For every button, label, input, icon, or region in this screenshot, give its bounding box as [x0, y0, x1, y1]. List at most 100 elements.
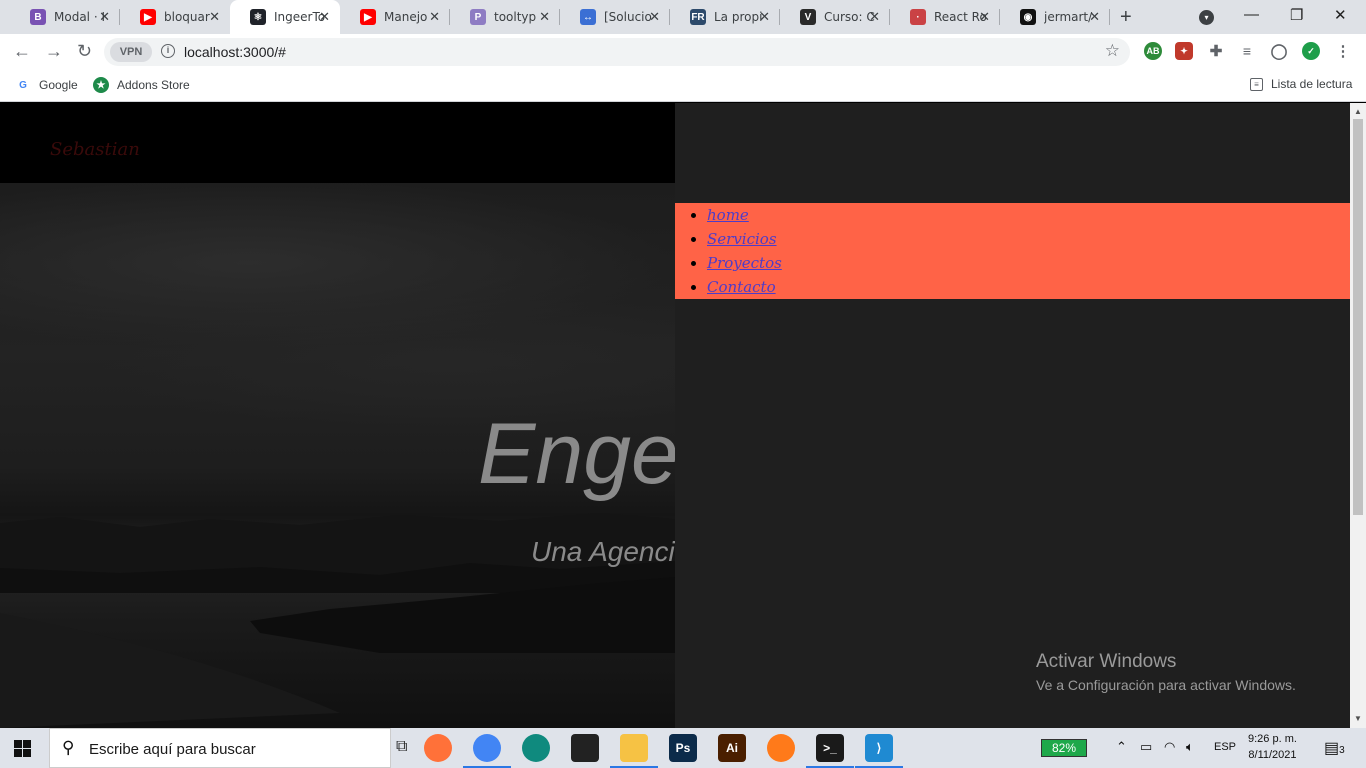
pinterest-like-icon: P: [470, 9, 486, 25]
hero-subtitle: Una Agenci: [531, 536, 675, 567]
volume-icon[interactable]: 🔈︎: [1186, 739, 1194, 755]
close-window-button[interactable]: ✕: [1334, 6, 1347, 24]
browser-tab[interactable]: · React Ro ✕: [890, 0, 1000, 34]
bookmark-google[interactable]: G Google: [15, 77, 78, 93]
activation-subtitle: Ve a Configuración para activar Windows.: [1036, 677, 1296, 693]
file-explorer-icon[interactable]: [610, 734, 658, 768]
clock-time: 9:26 p. m.: [1248, 733, 1297, 745]
page-viewport: Sebastian Enge Una Agenci home Servicios…: [0, 103, 1366, 728]
edge-icon[interactable]: [522, 734, 550, 762]
react-icon: ⚛: [250, 9, 266, 25]
addons-store-icon: ★: [93, 77, 109, 93]
tab-close-icon[interactable]: ✕: [99, 9, 110, 25]
taskbar-clock[interactable]: 9:26 p. m. 8/11/2021: [1248, 731, 1297, 763]
scroll-up-arrow-icon[interactable]: ▲: [1354, 107, 1362, 116]
media-control-icon[interactable]: ≡: [1238, 42, 1256, 60]
tab-close-icon[interactable]: ✕: [759, 9, 770, 25]
task-view-icon[interactable]: ⧉: [396, 738, 407, 756]
notification-center-icon[interactable]: ▤3: [1324, 738, 1345, 758]
tab-close-icon[interactable]: ✕: [979, 9, 990, 25]
scroll-down-arrow-icon[interactable]: ▼: [1354, 714, 1362, 723]
reading-list-button[interactable]: ≡ Lista de lectura: [1250, 77, 1352, 91]
browser-tab[interactable]: ◉ jermart/✕: [1000, 0, 1110, 34]
minimize-button[interactable]: —: [1244, 6, 1259, 23]
browser-tab[interactable]: ↔ [Solucio ✕: [560, 0, 670, 34]
google-icon: G: [19, 79, 27, 91]
nav-link-proyectos[interactable]: Proyectos: [707, 254, 782, 272]
bookmark-label: Addons Store: [117, 78, 190, 92]
wifi-icon[interactable]: ◠: [1164, 739, 1175, 755]
browser-tab[interactable]: ▶ bloquar ✕: [120, 0, 230, 34]
vscode-icon[interactable]: ⟩: [855, 734, 903, 768]
new-tab-button[interactable]: +: [1120, 6, 1132, 29]
browser-tab[interactable]: FR La propi ✕: [670, 0, 780, 34]
browser-tab[interactable]: ▶ Manejo ✕: [340, 0, 450, 34]
nav-menu: home Servicios Proyectos Contacto: [675, 203, 1350, 299]
hero-title: Enge: [478, 406, 679, 502]
firefox-icon[interactable]: [424, 734, 452, 762]
reload-button[interactable]: ↻: [77, 41, 92, 62]
tab-close-icon[interactable]: ✕: [869, 9, 880, 25]
search-icon: ⚲: [62, 738, 75, 757]
reading-list-icon: ≡: [1250, 77, 1263, 91]
site-icon: ↔: [580, 9, 596, 25]
tab-close-icon[interactable]: ✕: [209, 9, 220, 25]
page-scrollbar[interactable]: ▲ ▼: [1350, 103, 1366, 728]
nav-item-contacto: Contacto: [707, 275, 1350, 299]
windows-activation-watermark: Activar Windows Ve a Configuración para …: [1036, 651, 1296, 693]
language-indicator[interactable]: ESP: [1214, 741, 1236, 753]
extension-icon[interactable]: ✦: [1175, 42, 1193, 60]
browser-tab[interactable]: V Curso: C ✕: [780, 0, 890, 34]
taskbar-search-box[interactable]: ⚲ Escribe aquí para buscar: [49, 728, 391, 768]
shield-icon[interactable]: ✓: [1302, 42, 1320, 60]
illustrator-icon[interactable]: Ai: [718, 734, 746, 762]
nav-link-home[interactable]: home: [707, 206, 749, 224]
forward-button[interactable]: →: [45, 41, 63, 62]
vpn-badge[interactable]: VPN: [110, 42, 152, 62]
bookmark-label: Google: [39, 78, 78, 92]
github-icon: ◉: [1020, 9, 1036, 25]
browser-tab[interactable]: Ptooltyp ✕: [450, 0, 560, 34]
scrollbar-thumb[interactable]: [1353, 119, 1363, 515]
tab-search-icon[interactable]: ▾: [1199, 10, 1214, 25]
address-bar[interactable]: VPN i localhost:3000/# ☆: [104, 38, 1130, 66]
power-icon[interactable]: ▭: [1140, 739, 1152, 755]
nav-item-servicios: Servicios: [707, 227, 1350, 251]
search-placeholder: Escribe aquí para buscar: [89, 741, 256, 758]
tab-close-icon[interactable]: ✕: [429, 9, 440, 25]
browser-tab[interactable]: ⚛ IngeerTo ✕: [230, 0, 340, 34]
tab-close-icon[interactable]: ✕: [649, 9, 660, 25]
tab-close-icon[interactable]: ✕: [1089, 9, 1100, 25]
extensions-puzzle-icon[interactable]: ✚: [1207, 42, 1225, 60]
youtube-icon: ▶: [140, 9, 156, 25]
browser-toolbar: ← → ↻ VPN i localhost:3000/# ☆ AB ✦ ✚ ≡ …: [0, 34, 1366, 70]
youtube-icon: ▶: [360, 9, 376, 25]
show-hidden-icons-chevron-icon[interactable]: ⌃: [1116, 739, 1127, 755]
tab-close-icon[interactable]: ✕: [539, 9, 550, 25]
nav-item-proyectos: Proyectos: [707, 251, 1350, 275]
browser-tab[interactable]: B Modal · I ✕: [10, 0, 120, 34]
chrome-icon[interactable]: [463, 734, 511, 768]
windows-start-icon[interactable]: [14, 740, 31, 757]
tab-close-icon[interactable]: ✕: [319, 9, 330, 25]
bookmark-addons-store[interactable]: ★ Addons Store: [93, 77, 190, 93]
bookmark-star-icon[interactable]: ☆: [1105, 41, 1120, 61]
nav-link-servicios[interactable]: Servicios: [707, 230, 777, 248]
adblock-icon[interactable]: AB: [1144, 42, 1162, 60]
photoshop-icon[interactable]: Ps: [669, 734, 697, 762]
inkscape-icon[interactable]: [571, 734, 599, 762]
site-info-icon[interactable]: i: [161, 44, 175, 58]
terminal-icon[interactable]: >_: [806, 734, 854, 768]
profile-icon[interactable]: ◯: [1270, 42, 1288, 60]
site-brand[interactable]: Sebastian: [50, 139, 140, 160]
back-button[interactable]: ←: [13, 41, 31, 62]
battery-indicator[interactable]: 82%: [1041, 739, 1087, 757]
menu-kebab-icon[interactable]: ⋮: [1334, 42, 1352, 60]
url-text[interactable]: localhost:3000/#: [184, 44, 286, 60]
restore-button[interactable]: ❐: [1290, 6, 1303, 24]
side-menu-panel: home Servicios Proyectos Contacto: [675, 103, 1350, 728]
brave-icon[interactable]: [767, 734, 795, 762]
nav-item-home: home: [707, 203, 1350, 227]
site-header: Sebastian: [0, 103, 675, 183]
nav-link-contacto[interactable]: Contacto: [707, 278, 776, 296]
